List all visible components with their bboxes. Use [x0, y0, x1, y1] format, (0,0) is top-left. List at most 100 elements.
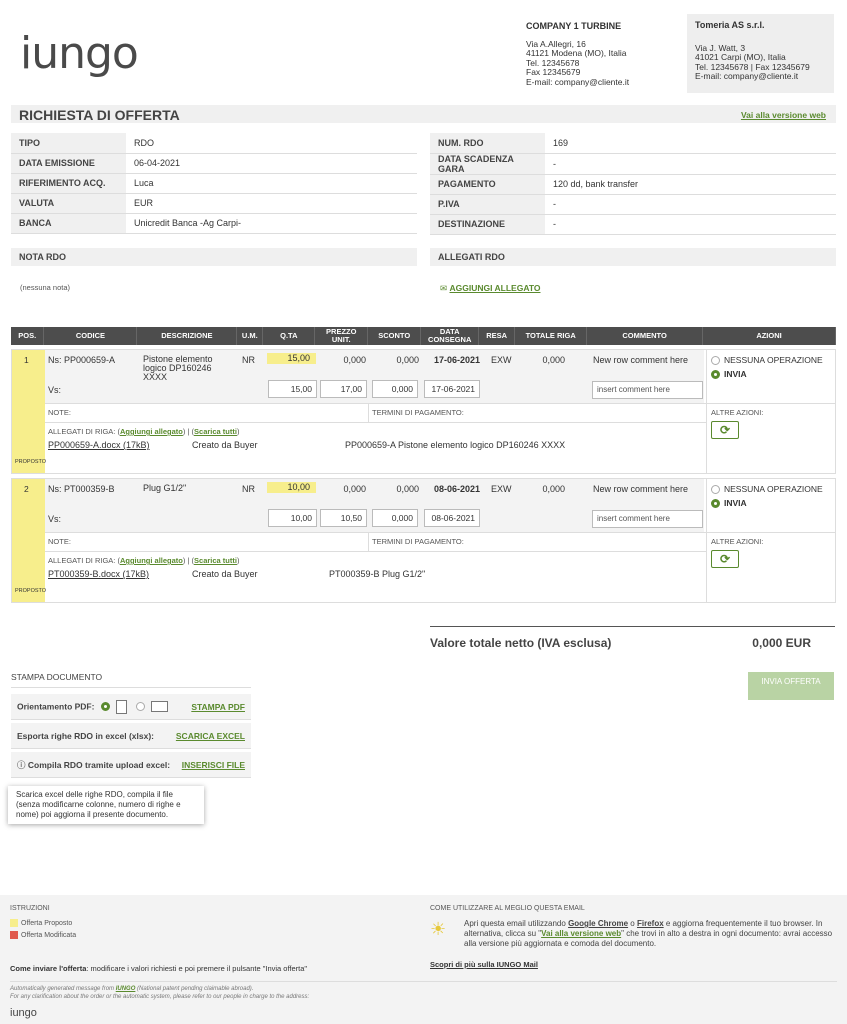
portrait-radio[interactable]: [100, 702, 110, 711]
qta-input[interactable]: 10,00: [268, 509, 317, 527]
comment-textarea[interactable]: insert comment here: [592, 381, 703, 399]
download-all-link[interactable]: Scarica tutti: [194, 427, 237, 436]
info-key: VALUTA: [11, 193, 126, 214]
help-icon[interactable]: ⓘ: [17, 760, 26, 770]
col-header: TOTALE RIGA: [514, 327, 588, 345]
col-header: SCONTO: [367, 327, 422, 345]
add-attachment-label: AGGIUNGI ALLEGATO: [449, 283, 541, 293]
option-nessuna[interactable]: NESSUNA OPERAZIONE: [711, 355, 823, 366]
data-consegna-input[interactable]: 17-06-2021: [424, 380, 480, 398]
chrome-link[interactable]: Google Chrome: [568, 919, 628, 928]
footer: ISTRUZIONI Offerta Proposto Offerta Modi…: [0, 895, 847, 1024]
row-attachments: ALLEGATI DI RIGA: (Aggiungi allegato) | …: [48, 427, 240, 436]
row-sconto: 0,000: [396, 355, 419, 365]
col-header: PREZZO UNIT.: [314, 327, 369, 345]
learn-more-link[interactable]: Scopri di più sulla IUNGO Mail: [430, 960, 538, 969]
row-commento: New row comment here: [593, 484, 689, 494]
download-excel-link[interactable]: SCARICA EXCEL: [176, 731, 245, 741]
col-header: DESCRIZIONE: [136, 327, 238, 345]
comment-textarea[interactable]: insert comment here: [592, 510, 703, 528]
sender-address: COMPANY 1 TURBINE Via A.Allegri, 16 4112…: [526, 21, 629, 87]
row-vs-code: Vs:: [48, 514, 62, 524]
info-key: DATA SCADENZA GARA: [430, 153, 545, 175]
add-attachment-link[interactable]: ✉ AGGIUNGI ALLEGATO: [440, 283, 540, 294]
info-key: PAGAMENTO: [430, 174, 545, 195]
radio-icon: [711, 370, 720, 380]
row-note-label: NOTE:: [48, 408, 71, 417]
option-nessuna[interactable]: NESSUNA OPERAZIONE: [711, 484, 823, 495]
info-right-table: NUM. RDO 169 DATA SCADENZA GARA - PAGAMENT…: [430, 133, 836, 235]
web-version-footer-link[interactable]: Vai alla versione web: [541, 929, 621, 938]
landscape-page-icon: [150, 701, 168, 712]
info-key: P.IVA: [430, 194, 545, 215]
page-title: RICHIESTA DI OFFERTA: [19, 107, 180, 123]
prezzo-input[interactable]: 10,50: [320, 509, 367, 527]
landscape-radio[interactable]: [135, 702, 145, 711]
add-row-attachment-link[interactable]: Aggiungi allegato: [120, 556, 183, 565]
info-left-table: TIPO RDO DATA EMISSIONE 06-04-2021 RIFERIM…: [11, 133, 417, 234]
print-section: STAMPA DOCUMENTO Orientamento PDF: STAMP…: [11, 672, 251, 781]
row-ns-code: Ns: PP000659-A: [48, 355, 116, 365]
option-invia[interactable]: INVIA: [711, 498, 747, 509]
col-header: Q.TA: [262, 327, 316, 345]
row-termini-label: TERMINI DI PAGAMENTO:: [372, 537, 464, 546]
col-header: RESA: [478, 327, 516, 345]
altre-azioni-label: ALTRE AZIONI:: [711, 408, 764, 417]
export-excel-row: Esporta righe RDO in excel (xlsx): SCARI…: [11, 723, 251, 749]
attachment-description: PP000659-A Pistone elemento logico DP160…: [345, 440, 566, 450]
total-value: 0,000 EUR: [752, 636, 811, 650]
col-header: DATA CONSEGNA: [420, 327, 480, 345]
col-header: U.M.: [236, 327, 264, 345]
iungo-logo-small: iungo: [10, 1007, 37, 1019]
nota-rdo-header: NOTA RDO: [11, 248, 417, 266]
how-to-send: Come inviare l'offerta: modificare i val…: [10, 964, 308, 973]
info-value: 120 dd, bank transfer: [545, 174, 836, 195]
sconto-input[interactable]: 0,000: [372, 509, 418, 527]
portrait-page-icon: [116, 699, 128, 714]
info-value: 169: [545, 133, 836, 154]
col-header: CODICE: [43, 327, 138, 345]
refresh-icon[interactable]: ⟳: [711, 550, 739, 568]
attachment-file-link[interactable]: PP000659-A.docx (17kB): [48, 440, 150, 450]
row-sconto: 0,000: [396, 484, 419, 494]
add-row-attachment-link[interactable]: Aggiungi allegato: [120, 427, 183, 436]
col-header: COMMENTO: [586, 327, 704, 345]
recipient-address: Tomeria AS s.r.l. Via J. Watt, 3 41021 C…: [687, 14, 834, 93]
row-resa: EXW: [491, 484, 512, 494]
row-attachments: ALLEGATI DI RIGA: (Aggiungi allegato) | …: [48, 556, 240, 565]
refresh-icon[interactable]: ⟳: [711, 421, 739, 439]
title-bar: RICHIESTA DI OFFERTA Vai alla versione w…: [11, 105, 836, 123]
recipient-name: Tomeria AS s.r.l.: [695, 20, 765, 30]
sconto-input[interactable]: 0,000: [372, 380, 418, 398]
row-status-bar: 1 PROPOSTO: [12, 350, 47, 473]
altre-azioni-label: ALTRE AZIONI:: [711, 537, 764, 546]
row-status: PROPOSTO: [15, 459, 47, 465]
row-ns-code: Ns: PT000359-B: [48, 484, 115, 494]
row-data-consegna: 08-06-2021: [433, 484, 480, 494]
attachment-file-link[interactable]: PT000359-B.docx (17kB): [48, 569, 149, 579]
info-value: 06-04-2021: [126, 153, 417, 174]
firefox-link[interactable]: Firefox: [637, 919, 664, 928]
table-row: 1 PROPOSTO Ns: PP000659-A Vs: Pistone el…: [11, 349, 836, 474]
row-note-label: NOTE:: [48, 537, 71, 546]
row-vs-code: Vs:: [48, 385, 62, 395]
option-label: NESSUNA OPERAZIONE: [724, 355, 823, 365]
sender-name: COMPANY 1 TURBINE: [526, 21, 622, 31]
web-version-link[interactable]: Vai alla versione web: [741, 110, 826, 120]
prezzo-input[interactable]: 17,00: [320, 380, 367, 398]
send-offer-button[interactable]: INVIA OFFERTA: [748, 672, 834, 700]
option-label: INVIA: [724, 498, 747, 508]
row-resa: EXW: [491, 355, 512, 365]
download-all-link[interactable]: Scarica tutti: [194, 556, 237, 565]
table-header: POS. CODICE DESCRIZIONE U.M. Q.TA PREZZO…: [11, 327, 836, 345]
attachment-description: PT000359-B Plug G1/2": [329, 569, 426, 579]
option-invia[interactable]: INVIA: [711, 369, 747, 380]
info-key: RIFERIMENTO ACQ.: [11, 173, 126, 194]
iungo-link[interactable]: IUNGO: [116, 986, 136, 992]
row-qta: 10,00: [267, 482, 316, 493]
insert-file-link[interactable]: INSERISCI FILE: [182, 760, 245, 770]
data-consegna-input[interactable]: 08-06-2021: [424, 509, 480, 527]
row-prezzo: 0,000: [343, 484, 366, 494]
print-pdf-link[interactable]: STAMPA PDF: [191, 702, 245, 712]
qta-input[interactable]: 15,00: [268, 380, 317, 398]
